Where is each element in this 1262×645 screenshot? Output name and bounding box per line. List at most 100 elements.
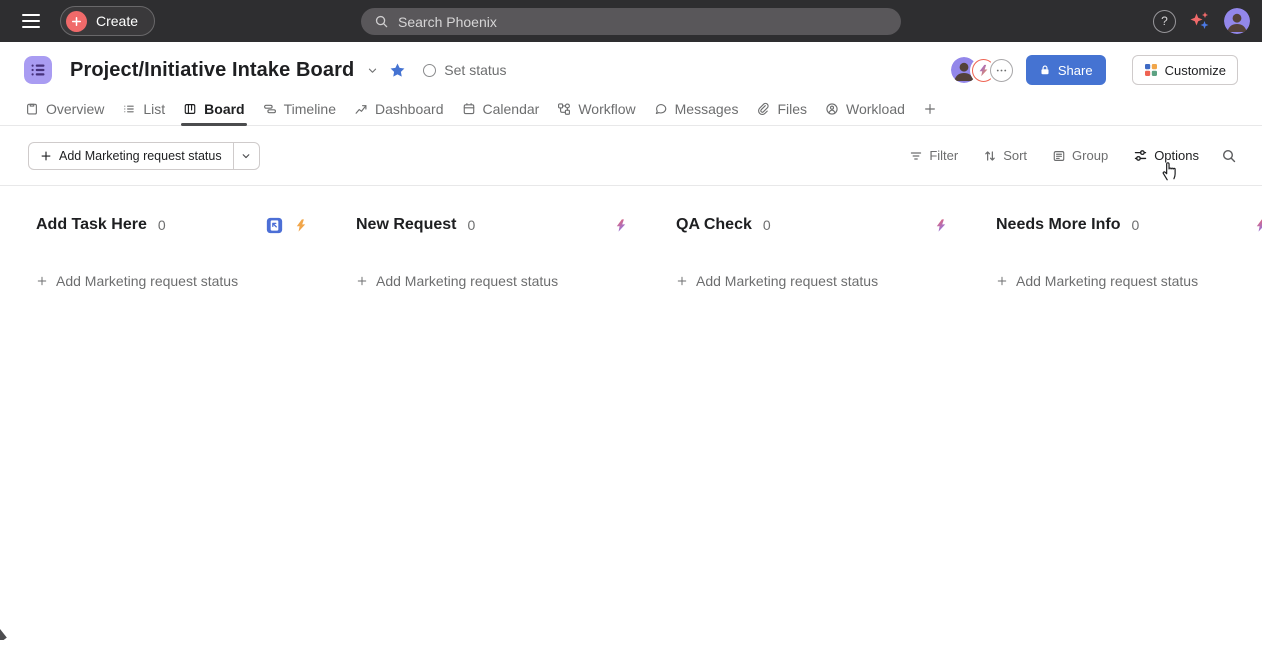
page-title: Project/Initiative Intake Board [70, 59, 354, 82]
add-task-button[interactable]: Add Marketing request status [356, 273, 558, 289]
bolt-amber-icon[interactable] [294, 218, 308, 233]
tab-list[interactable]: List [113, 93, 174, 125]
bolt-gradient-icon[interactable] [1254, 218, 1262, 233]
group-button[interactable]: Group [1044, 144, 1116, 167]
title-chevron-down-icon[interactable] [367, 65, 378, 76]
tab-workflow[interactable]: Workflow [548, 93, 644, 125]
tab-bar: Overview List Board Timeline Dashboard Calend… [0, 93, 1262, 126]
board-search-button[interactable] [1216, 144, 1242, 168]
timeline-icon [263, 102, 277, 116]
board: Add Task Here0 Add Marketing request stat… [0, 186, 1262, 292]
search-input[interactable] [398, 14, 888, 30]
filter-button[interactable]: Filter [901, 144, 966, 167]
create-button[interactable]: Create [60, 6, 155, 36]
share-button-label: Share [1058, 63, 1093, 78]
board-column-qa-check: QA Check0 Add Marketing request status [656, 210, 976, 292]
options-button[interactable]: Options [1125, 144, 1207, 167]
tab-dashboard[interactable]: Dashboard [345, 93, 453, 125]
add-status-button-label: Add Marketing request status [59, 149, 222, 163]
star-icon [389, 62, 406, 79]
sort-button[interactable]: Sort [975, 144, 1035, 167]
tab-overview[interactable]: Overview [16, 93, 113, 125]
project-icon[interactable] [24, 56, 52, 84]
tab-label: Timeline [284, 101, 336, 117]
tab-label: Dashboard [375, 101, 444, 117]
add-status-button[interactable]: Add Marketing request status [29, 143, 233, 169]
column-header-icons [266, 217, 308, 234]
add-task-button[interactable]: Add Marketing request status [676, 273, 878, 289]
status-circle-icon [423, 64, 436, 77]
tab-label: Overview [46, 101, 104, 117]
header-actions: Share Customize [951, 55, 1238, 85]
board-icon [183, 102, 197, 116]
customize-grid-icon [1144, 63, 1158, 77]
clipboard-icon [25, 102, 39, 116]
project-header: Project/Initiative Intake Board Set stat… [0, 42, 1262, 93]
tab-calendar[interactable]: Calendar [453, 93, 549, 125]
add-task-label: Add Marketing request status [1016, 273, 1198, 289]
board-column-needs-more-info: Needs More Info 0 Add Marketing request st… [976, 210, 1262, 292]
column-header[interactable]: New Request0 [336, 210, 656, 240]
add-status-split-button: Add Marketing request status [28, 142, 260, 170]
add-status-dropdown-button[interactable] [233, 143, 259, 169]
customize-button[interactable]: Customize [1132, 55, 1238, 85]
top-bar: Create ? [0, 0, 1262, 42]
add-task-button[interactable]: Add Marketing request status [996, 273, 1198, 289]
help-icon: ? [1161, 14, 1168, 28]
filter-button-label: Filter [929, 148, 958, 163]
add-task-label: Add Marketing request status [56, 273, 238, 289]
user-avatar[interactable] [1224, 8, 1250, 34]
global-search[interactable] [361, 8, 901, 35]
workflow-icon [557, 102, 571, 116]
board-toolbar: Add Marketing request status Filter Sort… [0, 126, 1262, 186]
column-header[interactable]: Add Task Here0 [16, 210, 336, 240]
project-members [951, 57, 1013, 83]
column-header-icons [1254, 218, 1262, 233]
search-icon [1221, 148, 1237, 164]
plus-icon [676, 275, 688, 287]
chevron-down-icon [241, 151, 251, 161]
list-icon [122, 102, 136, 116]
customize-button-label: Customize [1165, 63, 1226, 78]
column-title: New Request [356, 216, 456, 234]
bolt-gradient-icon[interactable] [934, 218, 948, 233]
add-task-label: Add Marketing request status [696, 273, 878, 289]
group-button-label: Group [1072, 148, 1108, 163]
column-header[interactable]: QA Check0 [656, 210, 976, 240]
set-status-button[interactable]: Set status [423, 62, 506, 78]
tab-label: Board [204, 101, 244, 117]
column-task-count: 0 [1131, 217, 1139, 233]
column-task-count: 0 [158, 217, 166, 233]
add-task-button[interactable]: Add Marketing request status [36, 273, 238, 289]
column-header-icons [614, 218, 628, 233]
add-task-label: Add Marketing request status [376, 273, 558, 289]
tab-label: Workflow [578, 101, 635, 117]
tab-label: Messages [675, 101, 739, 117]
column-header[interactable]: Needs More Info 0 [976, 210, 1262, 240]
options-button-label: Options [1154, 148, 1199, 163]
sidebar-toggle-button[interactable] [14, 4, 48, 38]
calendar-icon [462, 102, 476, 116]
ai-sparkles-button[interactable] [1189, 10, 1211, 32]
column-title: Needs More Info [996, 216, 1120, 234]
tab-workload[interactable]: Workload [816, 93, 914, 125]
files-icon [756, 102, 770, 116]
add-tab-button[interactable] [914, 93, 946, 125]
sort-icon [983, 149, 997, 163]
workload-icon [825, 102, 839, 116]
more-members-button[interactable] [990, 59, 1013, 82]
form-icon[interactable] [266, 217, 283, 234]
help-button[interactable]: ? [1153, 10, 1176, 33]
tab-label: Workload [846, 101, 905, 117]
tab-messages[interactable]: Messages [645, 93, 748, 125]
tab-files[interactable]: Files [747, 93, 816, 125]
plus-icon [40, 150, 52, 162]
plus-icon [356, 275, 368, 287]
tab-board[interactable]: Board [174, 93, 253, 125]
partial-cursor-artifact [0, 629, 8, 640]
bolt-gradient-icon[interactable] [614, 218, 628, 233]
share-button[interactable]: Share [1026, 55, 1106, 85]
board-column-new-request: New Request0 Add Marketing request status [336, 210, 656, 292]
favorite-star-button[interactable] [389, 62, 406, 79]
tab-timeline[interactable]: Timeline [254, 93, 345, 125]
